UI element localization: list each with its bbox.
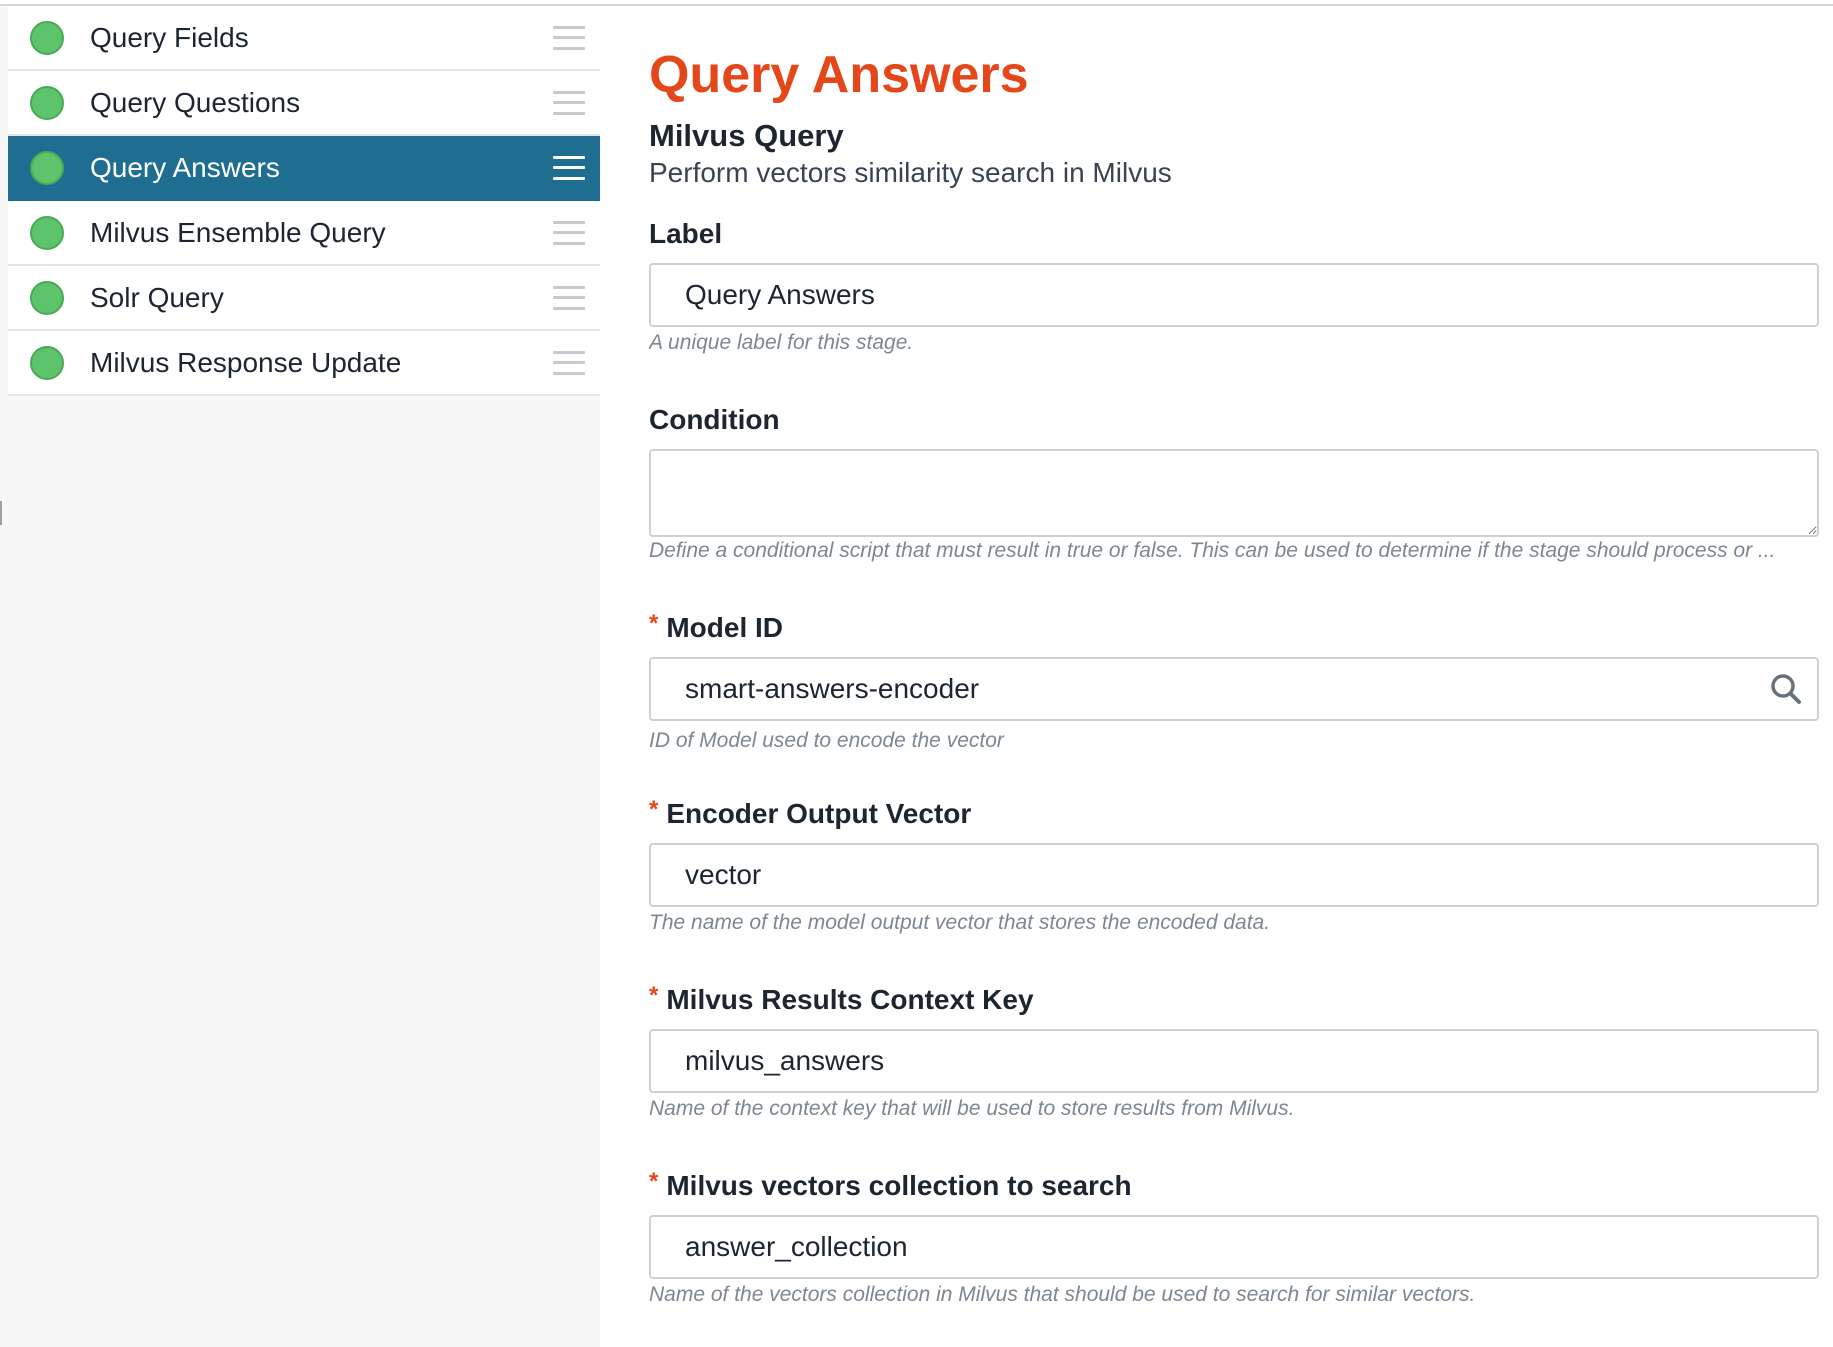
stage-label: Query Answers bbox=[90, 151, 280, 183]
stage-sidebar: Query Fields Query Questions Query Answe… bbox=[0, 6, 600, 1347]
status-ok-icon bbox=[30, 150, 64, 185]
drag-handle-icon[interactable] bbox=[553, 285, 585, 310]
model-id-input[interactable] bbox=[649, 657, 1819, 721]
stage-item-query-questions[interactable]: Query Questions bbox=[8, 71, 600, 136]
condition-field-label: Condition bbox=[649, 404, 780, 436]
encoder-output-vector-input[interactable] bbox=[649, 843, 1819, 907]
stage-type-title: Milvus Query bbox=[649, 118, 844, 153]
drag-handle-icon[interactable] bbox=[553, 350, 585, 375]
model-id-help-text: ID of Model used to encode the vector bbox=[649, 729, 1004, 752]
condition-field-label-text: Condition bbox=[649, 404, 780, 435]
milvus-collection-help-text: Name of the vectors collection in Milvus… bbox=[649, 1283, 1476, 1306]
panel-resize-handle[interactable] bbox=[0, 501, 2, 525]
required-asterisk: * bbox=[649, 1168, 659, 1195]
stage-item-solr-query[interactable]: Solr Query bbox=[8, 266, 600, 331]
drag-handle-icon[interactable] bbox=[553, 90, 585, 115]
label-field-label-text: Label bbox=[649, 218, 723, 249]
encoder-output-vector-help-text: The name of the model output vector that… bbox=[649, 911, 1271, 934]
model-id-lookup bbox=[649, 657, 1819, 721]
drag-handle-icon[interactable] bbox=[553, 25, 585, 50]
condition-help-text: Define a conditional script that must re… bbox=[649, 539, 1776, 562]
model-id-field-label-text: Model ID bbox=[666, 612, 784, 643]
stage-label: Milvus Response Update bbox=[90, 346, 402, 378]
milvus-results-context-key-help-text: Name of the context key that will be use… bbox=[649, 1097, 1295, 1120]
stage-label: Milvus Ensemble Query bbox=[90, 216, 386, 248]
stage-item-query-fields[interactable]: Query Fields bbox=[8, 6, 600, 71]
status-ok-icon bbox=[30, 20, 64, 55]
encoder-output-vector-field-label-text: Encoder Output Vector bbox=[666, 798, 972, 829]
drag-handle-icon[interactable] bbox=[553, 220, 585, 245]
milvus-results-context-key-field-label-text: Milvus Results Context Key bbox=[666, 984, 1034, 1015]
required-asterisk: * bbox=[649, 610, 659, 637]
status-ok-icon bbox=[30, 85, 64, 120]
milvus-results-context-key-input[interactable] bbox=[649, 1029, 1819, 1093]
stage-label: Query Questions bbox=[90, 86, 301, 118]
condition-textarea[interactable] bbox=[649, 449, 1819, 537]
required-asterisk: * bbox=[649, 796, 659, 823]
search-icon[interactable] bbox=[1769, 672, 1803, 706]
milvus-results-context-key-field-label: * Milvus Results Context Key bbox=[649, 982, 1034, 1016]
stage-label: Query Fields bbox=[90, 21, 249, 53]
stage-config-panel: Query Answers Milvus Query Perform vecto… bbox=[649, 0, 1819, 1347]
required-asterisk: * bbox=[649, 982, 659, 1009]
encoder-output-vector-field-label: * Encoder Output Vector bbox=[649, 796, 972, 830]
stage-item-milvus-response-update[interactable]: Milvus Response Update bbox=[8, 331, 600, 396]
model-id-field-label: * Model ID bbox=[649, 610, 784, 644]
label-help-text: A unique label for this stage. bbox=[649, 331, 914, 354]
stage-list: Query Fields Query Questions Query Answe… bbox=[8, 6, 600, 396]
label-field-label: Label bbox=[649, 218, 722, 250]
milvus-collection-field-label: * Milvus vectors collection to search bbox=[649, 1168, 1132, 1202]
stage-description: Perform vectors similarity search in Mil… bbox=[649, 157, 1172, 188]
milvus-collection-input[interactable] bbox=[649, 1215, 1819, 1279]
drag-handle-icon[interactable] bbox=[553, 155, 585, 180]
stage-item-query-answers[interactable]: Query Answers bbox=[8, 136, 600, 201]
page-title: Query Answers bbox=[649, 46, 1029, 104]
milvus-collection-field-label-text: Milvus vectors collection to search bbox=[666, 1170, 1132, 1201]
stage-item-milvus-ensemble-query[interactable]: Milvus Ensemble Query bbox=[8, 201, 600, 266]
status-ok-icon bbox=[30, 345, 64, 380]
status-ok-icon bbox=[30, 280, 64, 315]
label-input[interactable] bbox=[649, 263, 1819, 327]
stage-label: Solr Query bbox=[90, 281, 224, 313]
status-ok-icon bbox=[30, 215, 64, 250]
